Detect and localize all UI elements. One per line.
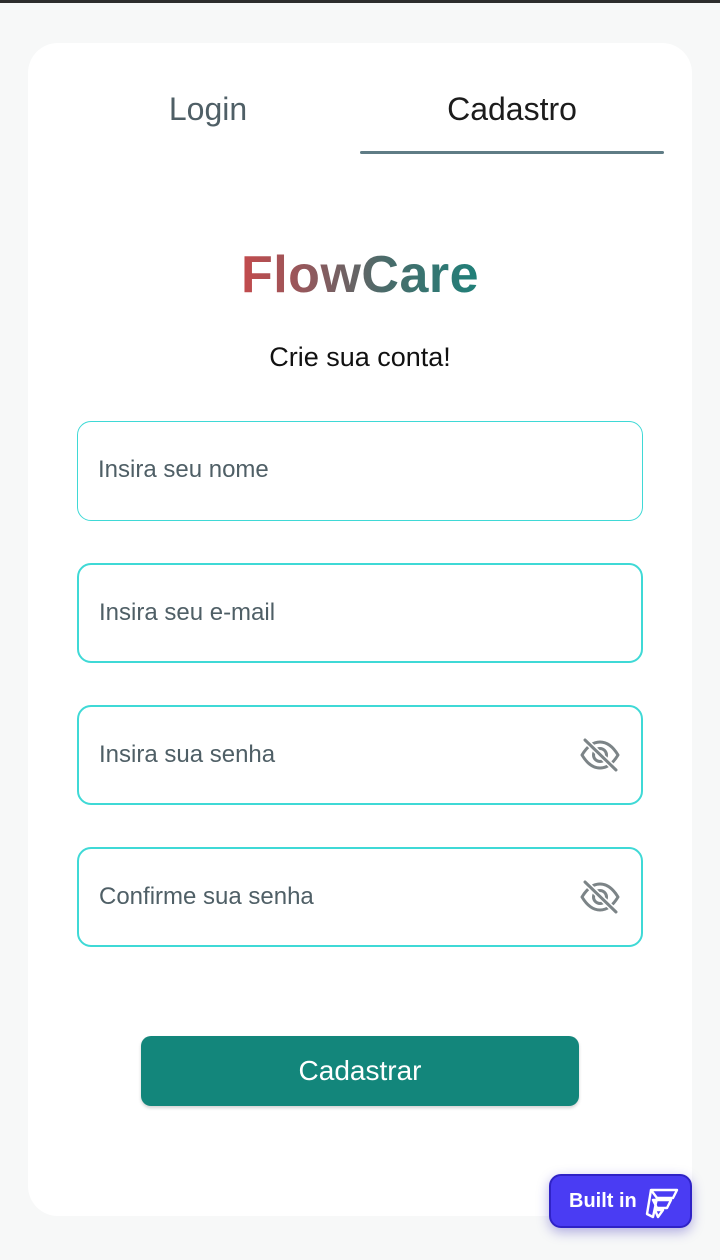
register-button[interactable]: Cadastrar xyxy=(141,1036,579,1106)
password-input[interactable] xyxy=(99,707,579,803)
auth-card: Login Cadastro FlowCare Crie sua conta! xyxy=(28,43,692,1216)
password-field xyxy=(77,705,643,805)
active-tab-indicator xyxy=(360,151,664,154)
tab-cadastro[interactable]: Cadastro xyxy=(360,91,664,135)
name-field xyxy=(77,421,643,521)
tab-login[interactable]: Login xyxy=(60,91,356,135)
email-input[interactable] xyxy=(99,565,579,661)
confirm-password-field xyxy=(77,847,643,947)
badge-label: Built in xyxy=(569,1190,637,1212)
top-status-strip xyxy=(0,0,720,3)
name-input[interactable] xyxy=(98,422,578,518)
confirm-password-input[interactable] xyxy=(99,849,579,945)
eye-off-icon[interactable] xyxy=(579,737,621,773)
brand-name: FlowCare xyxy=(240,246,480,304)
flutterflow-logo-icon xyxy=(643,1184,681,1222)
email-field xyxy=(77,563,643,663)
eye-off-icon[interactable] xyxy=(579,879,621,915)
built-in-badge[interactable]: Built in xyxy=(549,1174,692,1228)
auth-tabs: Login Cadastro xyxy=(28,43,692,157)
brand-logo: FlowCare xyxy=(28,243,692,307)
page-subtitle: Crie sua conta! xyxy=(269,342,451,372)
